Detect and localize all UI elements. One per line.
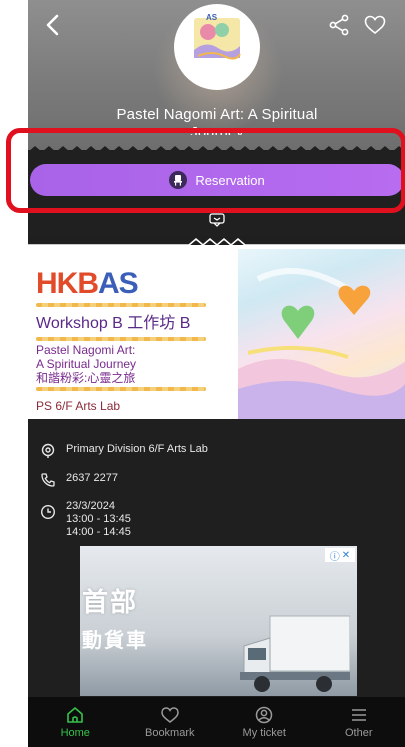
- poster-divider: [36, 303, 206, 307]
- ad-close-icon[interactable]: ✕: [342, 550, 350, 561]
- zigzag-divider: [28, 146, 405, 162]
- poster-artwork: [238, 249, 405, 419]
- venue-row: Primary Division 6/F Arts Lab: [40, 443, 208, 459]
- home-icon: [67, 706, 84, 723]
- nav-bookmark[interactable]: Bookmark: [123, 697, 218, 747]
- svg-text:AS: AS: [206, 13, 218, 22]
- schedule-time-2: 14:00 - 14:45: [66, 526, 131, 538]
- bookmark-heart-icon: [160, 706, 179, 723]
- schedule-lines: 23/3/2024 13:00 - 13:45 14:00 - 14:45: [66, 500, 131, 539]
- profile-icon: [256, 706, 273, 723]
- event-header: AS Pastel Nagomi Art: A Spiritual Journe…: [28, 0, 405, 150]
- phone-row[interactable]: 2637 2277: [40, 472, 118, 488]
- reservation-button[interactable]: Reservation: [30, 164, 404, 196]
- nav-other[interactable]: Other: [312, 697, 405, 747]
- phone-text: 2637 2277: [66, 472, 118, 484]
- event-title: Pastel Nagomi Art: A Spiritual: [116, 106, 318, 123]
- back-arrow-icon[interactable]: [40, 12, 66, 38]
- schedule-date: 23/3/2024: [66, 500, 115, 512]
- reservation-label: Reservation: [195, 172, 265, 188]
- nav-home[interactable]: Home: [28, 697, 123, 747]
- poster-workshop: Workshop B 工作坊 B: [36, 315, 191, 332]
- schedule-row: 23/3/2024 13:00 - 13:45 14:00 - 14:45: [40, 500, 131, 539]
- venue-text: Primary Division 6/F Arts Lab: [66, 443, 208, 455]
- clock-icon: [40, 504, 56, 520]
- chair-icon: [169, 171, 188, 189]
- nav-other-label: Other: [344, 726, 373, 739]
- poster-divider: [36, 337, 206, 341]
- collapse-message-icon[interactable]: [209, 213, 225, 227]
- poster-location: PS 6/F Arts Lab: [36, 399, 121, 413]
- event-detail-screen: AS Pastel Nagomi Art: A Spiritual Journe…: [28, 0, 405, 747]
- ad-info-icon: ⓘ: [329, 551, 340, 563]
- ad-subheadline: 動貨車: [82, 630, 148, 652]
- event-poster: HKBAS Workshop B 工作坊 B Pastel Nagomi Art…: [28, 249, 405, 419]
- nav-my-ticket-label: My ticket: [242, 726, 286, 739]
- poster-divider: [36, 387, 206, 391]
- nav-home-label: Home: [60, 726, 90, 739]
- location-pin-icon: [41, 443, 55, 458]
- poster-line3: 和諧粉彩:心靈之旅: [36, 371, 136, 385]
- event-thumbnail: AS: [176, 6, 258, 88]
- hkbuas-logo: HKBAS: [36, 267, 139, 300]
- nav-my-ticket[interactable]: My ticket: [217, 697, 312, 747]
- schedule-time-1: 13:00 - 13:45: [66, 513, 131, 525]
- phone-icon: [41, 473, 55, 487]
- nav-bookmark-label: Bookmark: [144, 726, 195, 739]
- poster-line1: Pastel Nagomi Art:: [36, 343, 136, 357]
- poster-line2: A Spiritual Journey: [36, 357, 137, 371]
- ad-headline: 首部: [82, 587, 139, 617]
- share-icon[interactable]: [328, 14, 350, 36]
- favorite-heart-icon[interactable]: [364, 15, 386, 35]
- bottom-navigation: Home Bookmark My ticket Other: [28, 697, 405, 747]
- truck-image: [240, 615, 350, 692]
- event-title-continued: Journey: [190, 124, 244, 135]
- ad-choices-badge[interactable]: ⓘ ✕: [325, 548, 355, 563]
- menu-icon: [351, 708, 366, 721]
- advertisement-banner[interactable]: 首部 動貨車 ⓘ ✕: [80, 546, 357, 696]
